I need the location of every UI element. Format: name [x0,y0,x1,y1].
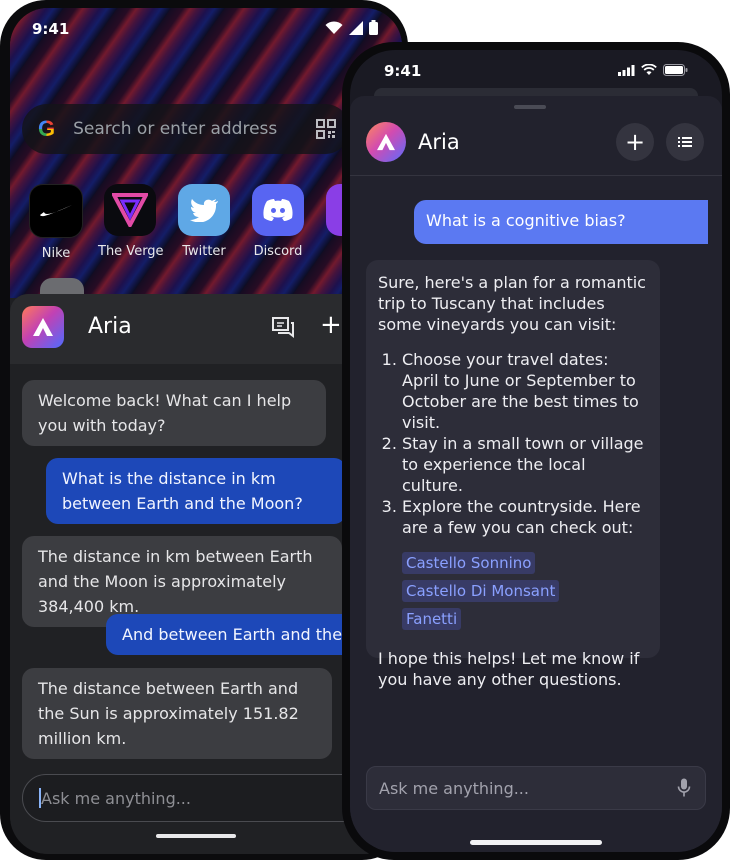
wifi-icon [325,20,343,39]
ask-input[interactable]: Ask me anything... [366,766,706,810]
shortcut-nike[interactable]: Nike [24,184,88,261]
list-icon [678,137,692,147]
front-phone: 9:41 Aria + What is a cognitive bias? Su… [342,42,730,860]
cellular-signal-icon [618,64,635,80]
bot-intro: Sure, here's a plan for a romantic trip … [378,273,646,334]
status-time: 9:41 [32,20,70,38]
new-chat-plus-icon[interactable]: + [320,312,342,338]
address-search-bar[interactable]: G Search or enter address [22,104,350,154]
user-message: What is the distance in km between Earth… [46,458,346,524]
google-logo-icon: G [38,116,56,141]
vineyard-link[interactable]: Castello Di Monsant [402,580,560,602]
aria-title: Aria [418,130,460,154]
vineyard-link[interactable]: Fanetti [402,608,462,630]
shortcut-label: Twitter [182,244,226,259]
home-indicator[interactable] [156,834,236,838]
plus-icon: + [624,128,646,156]
new-chat-button[interactable]: + [616,123,654,161]
vineyard-link[interactable]: Castello Sonnino [402,552,536,574]
microphone-icon[interactable] [677,778,691,798]
search-placeholder: Search or enter address [73,119,278,139]
battery-icon [369,20,378,39]
vineyard-links: Castello Sonnino Castello Di Monsant Fan… [402,546,648,630]
front-phone-screen: 9:41 Aria + What is a cognitive bias? Su… [350,50,722,852]
shortcut-the-verge[interactable]: The Verge [98,184,164,259]
status-time: 9:41 [384,62,422,80]
conversations-icon[interactable] [272,316,294,338]
list-item: Explore the countryside. Here are a few … [402,496,648,538]
twitter-bird-icon [178,184,230,236]
list-item: Choose your travel dates: April to June … [402,349,648,433]
nike-swoosh-icon [29,184,83,238]
bot-closing: I hope this helps! Let me know if you ha… [378,649,640,689]
list-item: Stay in a small town or village to exper… [402,433,648,496]
chat-list-button[interactable] [666,123,704,161]
shortcut-label: The Verge [98,244,164,259]
status-icons [325,20,378,39]
aria-logo-icon [366,122,406,162]
underlying-page-edge [374,88,698,96]
home-indicator[interactable] [470,840,602,845]
cellular-signal-icon [349,20,363,39]
trip-steps-list: Choose your travel dates: April to June … [378,349,648,538]
shortcut-label: Nike [41,246,71,261]
sheet-grabber[interactable] [514,105,546,109]
wifi-icon [641,63,657,80]
battery-icon [663,64,688,80]
header-divider [350,175,722,176]
bot-message: Welcome back! What can I help you with t… [22,380,326,446]
status-icons [618,63,688,80]
qr-code-icon[interactable] [316,119,336,139]
bot-message: Sure, here's a plan for a romantic trip … [366,260,660,689]
shortcut-twitter[interactable]: Twitter [172,184,236,259]
input-placeholder: Ask me anything... [41,788,191,808]
verge-logo-icon [104,184,156,236]
shortcut-label: Discord [253,244,303,259]
discord-logo-icon [252,184,304,236]
aria-title: Aria [88,314,132,339]
bot-message: The distance between Earth and the Sun i… [22,668,332,759]
input-placeholder: Ask me anything... [379,778,529,798]
aria-logo-icon [22,306,64,348]
user-message: What is a cognitive bias? [414,200,708,244]
shortcut-discord[interactable]: Discord [246,184,310,259]
